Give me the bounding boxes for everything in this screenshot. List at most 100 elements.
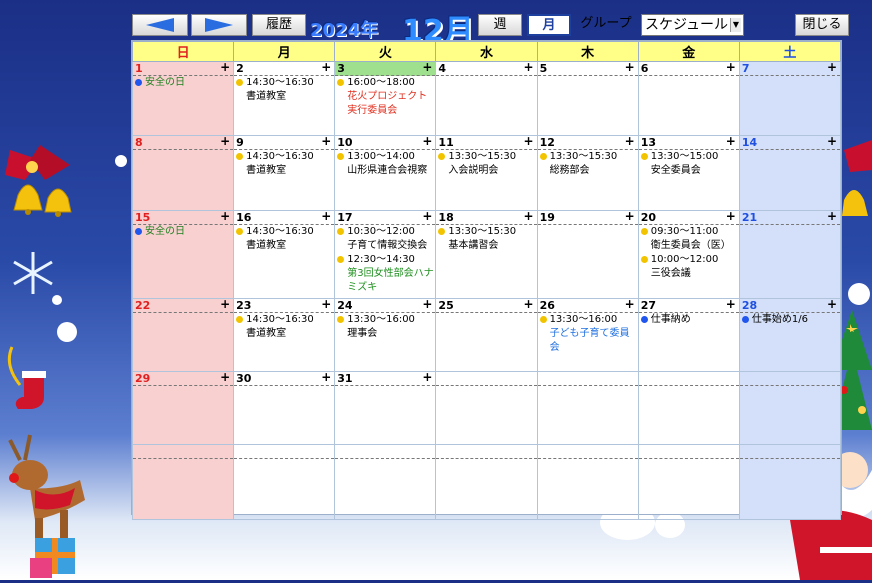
day-cell[interactable]: 28 + 仕事始め1/6 [738, 298, 842, 372]
add-event-button[interactable]: + [220, 298, 230, 311]
day-cell[interactable]: 12 +13:30～15:30 総務部会 [536, 135, 639, 211]
event-title[interactable]: 書道教室 [234, 164, 334, 178]
add-event-button[interactable]: + [220, 371, 230, 384]
event-title[interactable]: 総務部会 [538, 164, 638, 178]
day-cell[interactable] [536, 444, 639, 520]
add-event-button[interactable]: + [726, 210, 736, 223]
month-view-button[interactable]: 月 [527, 14, 571, 36]
event-title[interactable]: 子育て情報交換会 [335, 239, 435, 253]
add-event-button[interactable]: + [827, 135, 837, 148]
event-title[interactable]: 基本講習会 [436, 239, 536, 253]
day-cell[interactable]: 16 +14:30～16:30 書道教室 [233, 210, 336, 299]
event-item[interactable]: 安全の日 [133, 225, 233, 239]
add-event-button[interactable]: + [625, 61, 635, 74]
schedule-select[interactable]: スケジュール ▼ [641, 14, 744, 36]
add-event-button[interactable]: + [321, 371, 331, 384]
add-event-button[interactable]: + [321, 61, 331, 74]
day-cell[interactable]: 7 + [738, 61, 842, 136]
event-item[interactable]: 14:30～16:30 [234, 150, 334, 164]
day-cell[interactable]: 10 +13:00～14:00 山形県連合会視察 [334, 135, 437, 211]
day-cell[interactable] [738, 444, 842, 520]
add-event-button[interactable]: + [827, 210, 837, 223]
event-item[interactable]: 安全の日 [133, 76, 233, 90]
event-item[interactable]: 13:00～14:00 [335, 150, 435, 164]
day-cell[interactable]: 8 + [131, 135, 235, 211]
event-item[interactable]: 10:00～12:00 [639, 253, 739, 267]
event-title[interactable]: 書道教室 [234, 327, 334, 341]
day-cell[interactable]: 23 +14:30～16:30 書道教室 [233, 298, 336, 372]
add-event-button[interactable]: + [625, 210, 635, 223]
add-event-button[interactable]: + [726, 298, 736, 311]
next-month-button[interactable] [191, 14, 247, 36]
history-button[interactable]: 履歴 [252, 14, 306, 36]
event-item[interactable]: 13:30～15:30 [436, 225, 536, 239]
prev-month-button[interactable] [132, 14, 188, 36]
add-event-button[interactable]: + [625, 135, 635, 148]
day-cell[interactable]: 11 +13:30～15:30 入会説明会 [435, 135, 538, 211]
event-title[interactable]: 三役会議 [639, 267, 739, 281]
event-item[interactable]: 14:30～16:30 [234, 313, 334, 327]
day-cell[interactable]: 21 + [738, 210, 842, 299]
event-item[interactable]: 14:30～16:30 [234, 76, 334, 90]
add-event-button[interactable]: + [321, 210, 331, 223]
event-title[interactable]: 理事会 [335, 327, 435, 341]
event-item[interactable]: 16:00～18:00 [335, 76, 435, 90]
day-cell[interactable] [435, 371, 538, 445]
day-cell[interactable]: 20 +09:30～11:00 衛生委員会（医） 10:00～12:00 三役会議 [637, 210, 740, 299]
add-event-button[interactable]: + [827, 298, 837, 311]
day-cell[interactable] [131, 444, 235, 520]
add-event-button[interactable]: + [422, 298, 432, 311]
add-event-button[interactable]: + [827, 61, 837, 74]
group-button[interactable]: グループ [573, 14, 639, 36]
day-cell[interactable]: 18 +13:30～15:30 基本講習会 [435, 210, 538, 299]
event-item[interactable]: 13:30～15:00 [639, 150, 739, 164]
event-title[interactable]: 山形県連合会視察 [335, 164, 435, 178]
add-event-button[interactable]: + [726, 61, 736, 74]
week-view-button[interactable]: 週 [478, 14, 522, 36]
event-title[interactable]: 衛生委員会（医） [639, 239, 739, 253]
add-event-button[interactable]: + [220, 210, 230, 223]
add-event-button[interactable]: + [321, 135, 331, 148]
day-cell[interactable]: 3 +16:00～18:00 花火プロジェクト実行委員会 [334, 61, 437, 136]
event-item[interactable]: 13:30～15:30 [538, 150, 638, 164]
day-cell[interactable] [637, 371, 740, 445]
day-cell[interactable]: 26 +13:30～16:00 子ども子育て委員会 [536, 298, 639, 372]
day-cell[interactable] [637, 444, 740, 520]
event-item[interactable]: 10:30～12:00 [335, 225, 435, 239]
event-item[interactable]: 09:30～11:00 [639, 225, 739, 239]
day-cell[interactable]: 5 + [536, 61, 639, 136]
close-button[interactable]: 閉じる [795, 14, 849, 36]
event-title[interactable]: 入会説明会 [436, 164, 536, 178]
event-item[interactable]: 13:30～16:00 [538, 313, 638, 327]
day-cell[interactable]: 9 +14:30～16:30 書道教室 [233, 135, 336, 211]
day-cell[interactable] [435, 444, 538, 520]
event-item[interactable]: 12:30～14:30 [335, 253, 435, 267]
day-cell[interactable] [334, 444, 437, 520]
day-cell[interactable]: 30 + [233, 371, 336, 445]
event-item[interactable]: 仕事始め1/6 [740, 313, 840, 327]
day-cell[interactable]: 22 + [131, 298, 235, 372]
day-cell[interactable] [738, 371, 842, 445]
event-item[interactable]: 13:30～15:30 [436, 150, 536, 164]
day-cell[interactable]: 31 + [334, 371, 437, 445]
add-event-button[interactable]: + [321, 298, 331, 311]
day-cell[interactable]: 29 + [131, 371, 235, 445]
event-item[interactable]: 13:30～16:00 [335, 313, 435, 327]
add-event-button[interactable]: + [220, 61, 230, 74]
add-event-button[interactable]: + [524, 298, 534, 311]
event-item[interactable]: 仕事納め [639, 313, 739, 327]
event-title[interactable]: 書道教室 [234, 239, 334, 253]
day-cell[interactable]: 1 + 安全の日 [131, 61, 235, 136]
day-cell[interactable]: 19 + [536, 210, 639, 299]
event-title[interactable]: 安全委員会 [639, 164, 739, 178]
add-event-button[interactable]: + [422, 371, 432, 384]
add-event-button[interactable]: + [422, 61, 432, 74]
day-cell[interactable]: 6 + [637, 61, 740, 136]
add-event-button[interactable]: + [524, 61, 534, 74]
add-event-button[interactable]: + [220, 135, 230, 148]
add-event-button[interactable]: + [726, 135, 736, 148]
event-title[interactable]: 書道教室 [234, 90, 334, 104]
event-item[interactable]: 14:30～16:30 [234, 225, 334, 239]
add-event-button[interactable]: + [524, 210, 534, 223]
day-cell[interactable]: 13 +13:30～15:00 安全委員会 [637, 135, 740, 211]
